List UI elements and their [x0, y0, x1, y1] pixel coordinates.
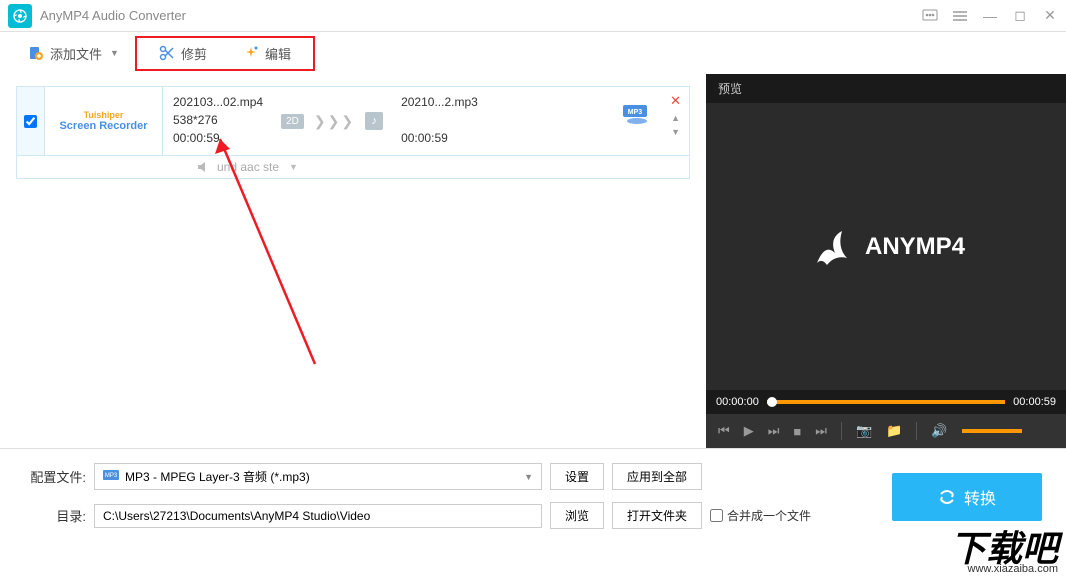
- preview-header: 预览: [706, 74, 1066, 103]
- row-checkbox-cell: [17, 87, 45, 155]
- thumb-line1: Tuishiper: [59, 110, 147, 120]
- settings-button[interactable]: 设置: [550, 463, 604, 490]
- watermark-text: 下载吧: [950, 533, 1058, 565]
- merge-checkbox-label[interactable]: 合并成一个文件: [710, 507, 811, 524]
- source-filename: 202103...02.mp4: [173, 93, 263, 111]
- snapshot-icon[interactable]: 📷: [856, 423, 872, 439]
- browse-button[interactable]: 浏览: [550, 502, 604, 529]
- app-logo: [8, 4, 32, 28]
- source-info: 202103...02.mp4 538*276 00:00:59: [173, 93, 263, 149]
- file-info: 202103...02.mp4 538*276 00:00:59 2D ❯❯❯ …: [163, 87, 689, 155]
- app-title: AnyMP4 Audio Converter: [40, 8, 922, 23]
- convert-label: 转换: [964, 485, 996, 509]
- apply-all-button[interactable]: 应用到全部: [612, 463, 702, 490]
- row-checkbox[interactable]: [24, 115, 37, 128]
- progress-bar[interactable]: [767, 400, 1005, 404]
- remove-row-icon[interactable]: ✕: [670, 93, 681, 109]
- destination-filename: 20210...2.mp3: [401, 93, 478, 111]
- preview-viewport: ANYMP4: [706, 103, 1066, 390]
- separator: [916, 422, 917, 440]
- time-current: 00:00:00: [716, 396, 759, 408]
- trim-button[interactable]: 修剪: [141, 40, 225, 67]
- dir-label: 目录:: [20, 506, 86, 525]
- separator: [841, 422, 842, 440]
- sparkle-icon: [243, 45, 259, 61]
- thumbnail: Tuishiper Screen Recorder: [45, 87, 163, 155]
- chevron-down-icon: ▼: [110, 48, 119, 58]
- merge-checkbox[interactable]: [710, 509, 723, 522]
- destination-duration: 00:00:59: [401, 129, 478, 147]
- edit-label: 编辑: [265, 44, 291, 63]
- source-resolution: 538*276: [173, 111, 263, 129]
- scissors-icon: [159, 45, 175, 61]
- brand-watermark: ANYMP4: [807, 223, 965, 271]
- chat-icon[interactable]: [922, 8, 938, 24]
- music-note-icon: ♪: [365, 112, 383, 130]
- source-duration: 00:00:59: [173, 129, 263, 147]
- time-total: 00:00:59: [1013, 396, 1056, 408]
- window-controls: — ◻ ✕: [922, 8, 1058, 24]
- progress-row: 00:00:00 00:00:59: [706, 390, 1066, 414]
- svg-text:MP3: MP3: [105, 473, 118, 479]
- audio-track-label: und aac ste: [217, 160, 279, 174]
- audio-track-row[interactable]: und aac ste ▼: [16, 156, 690, 179]
- move-down-icon[interactable]: ▼: [671, 127, 680, 137]
- add-file-icon: [28, 45, 44, 61]
- badge-2d: 2D: [281, 114, 304, 129]
- player-controls: ⏮ ▶ ⏭ ■ ⏭ 📷 📁 🔊: [706, 414, 1066, 448]
- file-row[interactable]: Tuishiper Screen Recorder 202103...02.mp…: [16, 86, 690, 156]
- open-folder-button[interactable]: 打开文件夹: [612, 502, 702, 529]
- convert-button[interactable]: 转换: [892, 473, 1042, 521]
- menu-icon[interactable]: [952, 8, 968, 24]
- minimize-icon[interactable]: —: [982, 8, 998, 24]
- main-area: Tuishiper Screen Recorder 202103...02.mp…: [0, 74, 1066, 448]
- prev-icon[interactable]: ⏮: [718, 423, 730, 439]
- merge-label: 合并成一个文件: [727, 507, 811, 524]
- profile-select[interactable]: MP3 MP3 - MPEG Layer-3 音频 (*.mp3) ▼: [94, 463, 542, 490]
- preview-panel: 预览 ANYMP4 00:00:00 00:00:59 ⏮ ▶ ⏭ ■ ⏭ 📷 …: [706, 74, 1066, 448]
- brand-logo-icon: [807, 223, 855, 271]
- titlebar: AnyMP4 Audio Converter — ◻ ✕: [0, 0, 1066, 32]
- mp3-format-icon: MP3: [623, 103, 651, 125]
- chevron-down-icon: ▼: [524, 472, 533, 482]
- brand-text: ANYMP4: [865, 233, 965, 261]
- toolbar: 添加文件 ▼ 修剪 编辑: [0, 32, 1066, 74]
- bottom-bar: 配置文件: MP3 MP3 - MPEG Layer-3 音频 (*.mp3) …: [0, 448, 1066, 548]
- svg-text:MP3: MP3: [628, 109, 643, 116]
- file-list: Tuishiper Screen Recorder 202103...02.mp…: [0, 74, 706, 448]
- close-icon[interactable]: ✕: [1042, 8, 1058, 24]
- play-icon[interactable]: ▶: [744, 423, 754, 439]
- thumb-line2: Screen Recorder: [59, 120, 147, 132]
- conversion-indicator: 2D ❯❯❯ ♪: [281, 93, 383, 149]
- edit-button[interactable]: 编辑: [225, 40, 309, 67]
- profile-value: MP3 - MPEG Layer-3 音频 (*.mp3): [125, 468, 310, 485]
- volume-icon[interactable]: 🔊: [931, 423, 947, 439]
- volume-slider[interactable]: [962, 429, 1022, 433]
- next-icon[interactable]: ⏭: [768, 423, 780, 439]
- add-file-button[interactable]: 添加文件 ▼: [18, 40, 129, 67]
- skip-icon[interactable]: ⏭: [815, 423, 827, 439]
- progress-handle[interactable]: [767, 397, 777, 407]
- stop-icon[interactable]: ■: [793, 424, 801, 439]
- convert-icon: [938, 488, 956, 506]
- arrows-icon: ❯❯❯: [314, 113, 355, 130]
- speaker-icon: [197, 161, 211, 173]
- site-watermark: 下载吧 www.xiazaiba.com: [942, 529, 1066, 579]
- trim-label: 修剪: [181, 44, 207, 63]
- mp3-icon: MP3: [103, 470, 119, 484]
- highlight-box: 修剪 编辑: [135, 36, 315, 71]
- destination-info: 20210...2.mp3 00:00:59: [401, 93, 478, 149]
- move-up-icon[interactable]: ▲: [671, 113, 680, 123]
- dir-input[interactable]: C:\Users\27213\Documents\AnyMP4 Studio\V…: [94, 504, 542, 528]
- add-file-label: 添加文件: [50, 44, 102, 63]
- maximize-icon[interactable]: ◻: [1012, 8, 1028, 24]
- folder-icon[interactable]: 📁: [886, 423, 902, 439]
- profile-label: 配置文件:: [20, 467, 86, 486]
- chevron-down-icon: ▼: [289, 162, 298, 172]
